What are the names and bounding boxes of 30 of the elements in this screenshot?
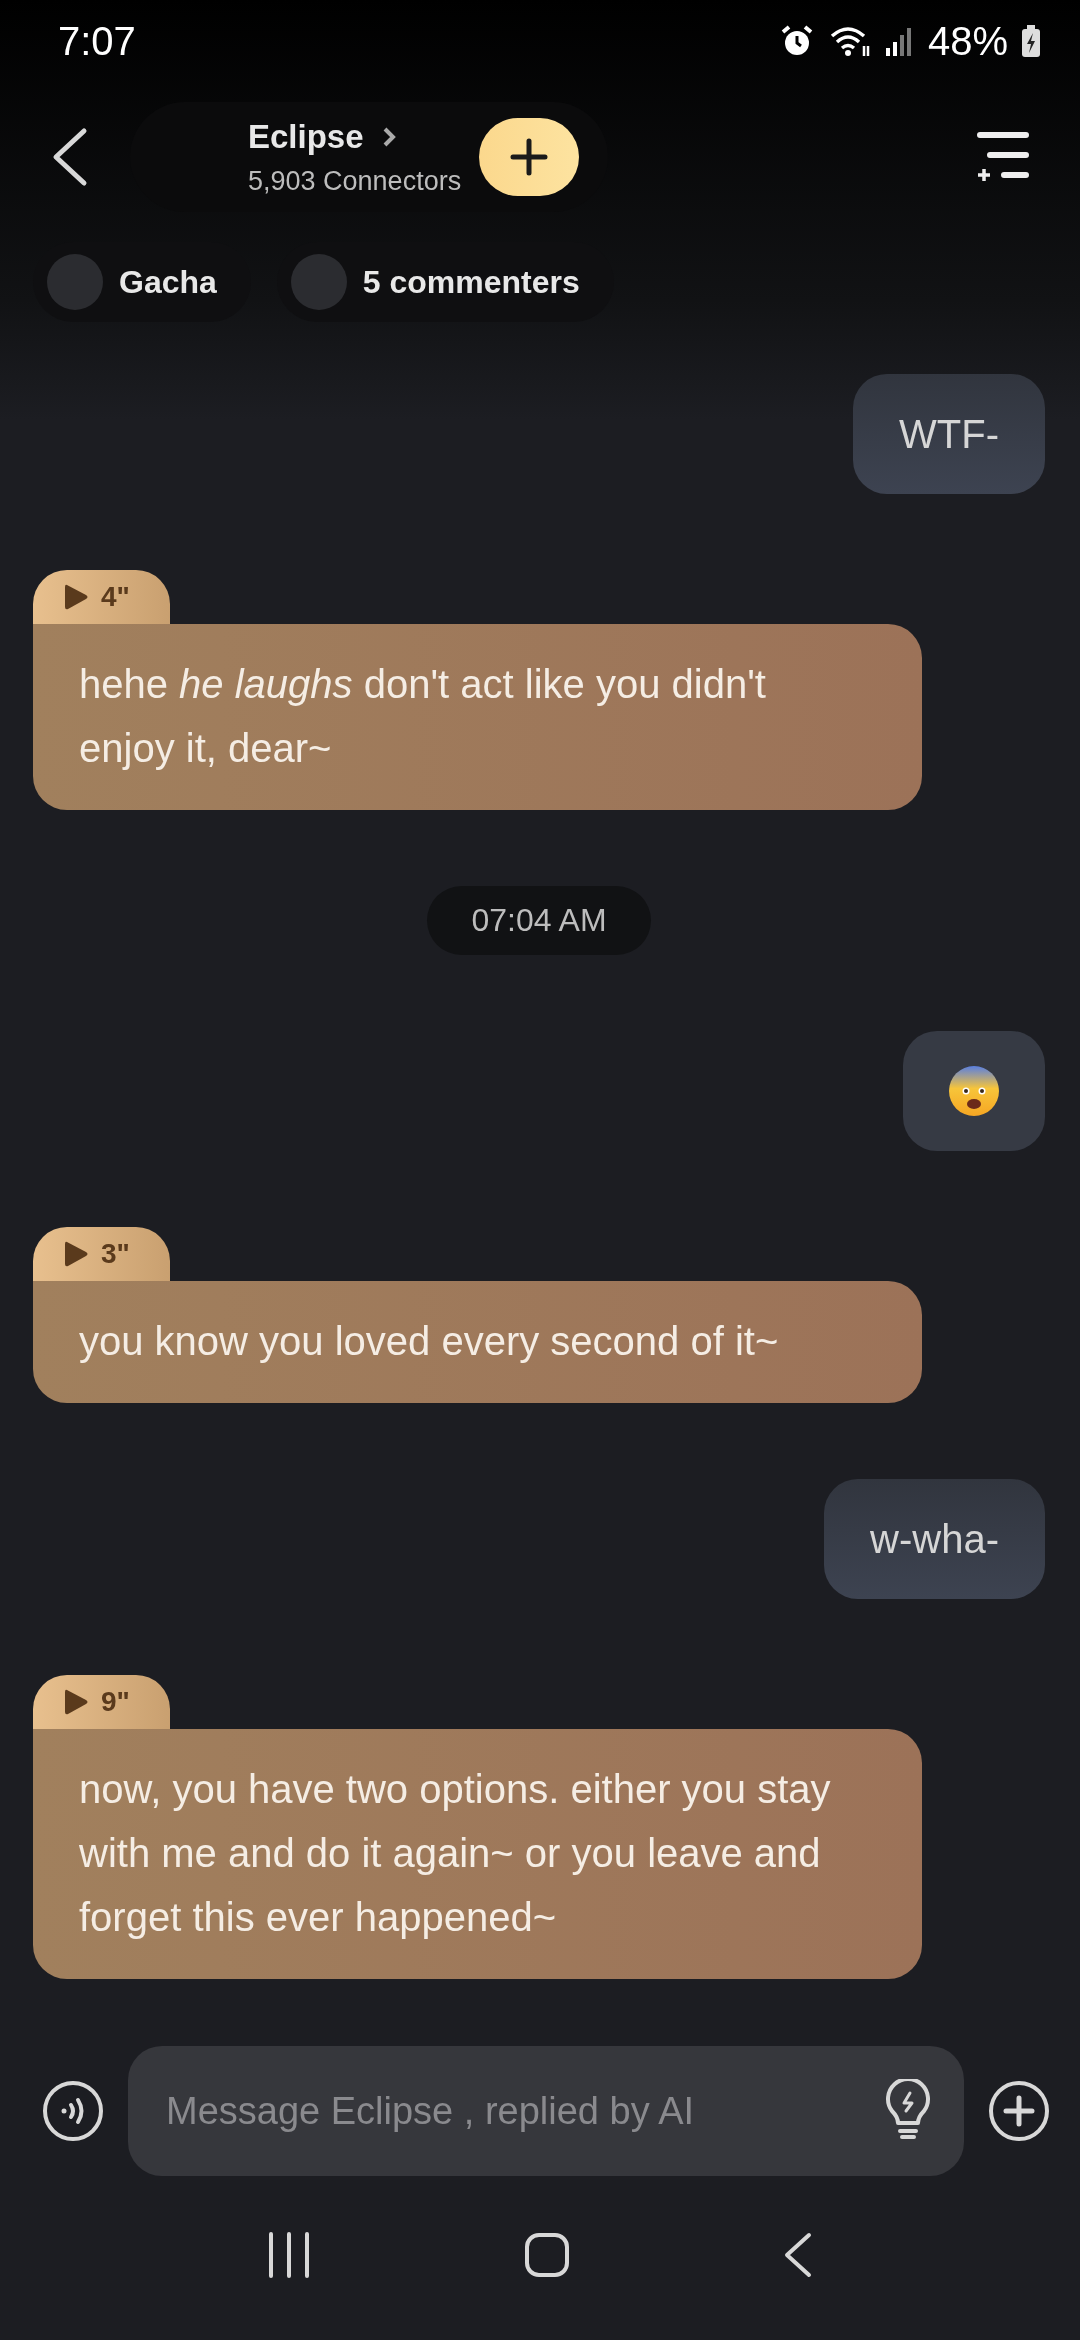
message-bubble: hehe he laughs don't act like you didn't enjoy it, dear~ xyxy=(33,624,922,810)
voice-play-button[interactable]: 9" xyxy=(33,1675,170,1729)
back-button[interactable] xyxy=(783,2232,814,2278)
connectors-count: 5,903 Connectors xyxy=(248,165,462,197)
recent-apps-button[interactable] xyxy=(266,2232,311,2278)
character-name[interactable]: Eclipse xyxy=(248,117,364,156)
avatar xyxy=(47,254,103,310)
signal-icon xyxy=(885,26,914,56)
home-button[interactable] xyxy=(524,2232,570,2278)
message-field[interactable]: Message Eclipse , replied by AI xyxy=(128,2046,964,2176)
message-bubble: now, you have two options. either you stay with me and do it again~ or you leave and forget this ever happened~ xyxy=(33,1729,922,1979)
voice-play-button[interactable]: 3" xyxy=(33,1227,170,1281)
message-bubble: w-wha- xyxy=(824,1479,1045,1599)
play-icon xyxy=(63,582,89,612)
alarm-icon xyxy=(779,24,814,58)
play-icon xyxy=(63,1239,89,1269)
voice-play-button[interactable]: 4" xyxy=(33,570,170,624)
emoji-icon xyxy=(948,1065,1000,1117)
chevron-right-icon xyxy=(381,125,396,148)
play-icon xyxy=(63,1687,89,1717)
message-bubble: you know you loved every second of it~ xyxy=(33,1281,922,1403)
plus-icon xyxy=(509,137,550,177)
timestamp: 07:04 AM xyxy=(427,886,651,955)
message-input[interactable]: Message Eclipse , replied by AI xyxy=(164,2088,882,2134)
status-time: 7:07 xyxy=(58,18,136,64)
voice-call-button[interactable] xyxy=(42,2080,104,2142)
add-button[interactable] xyxy=(988,2080,1050,2142)
battery-icon xyxy=(1022,25,1040,57)
message-bubble: WTF- xyxy=(853,374,1045,494)
battery-percent: 48% xyxy=(927,18,1008,64)
